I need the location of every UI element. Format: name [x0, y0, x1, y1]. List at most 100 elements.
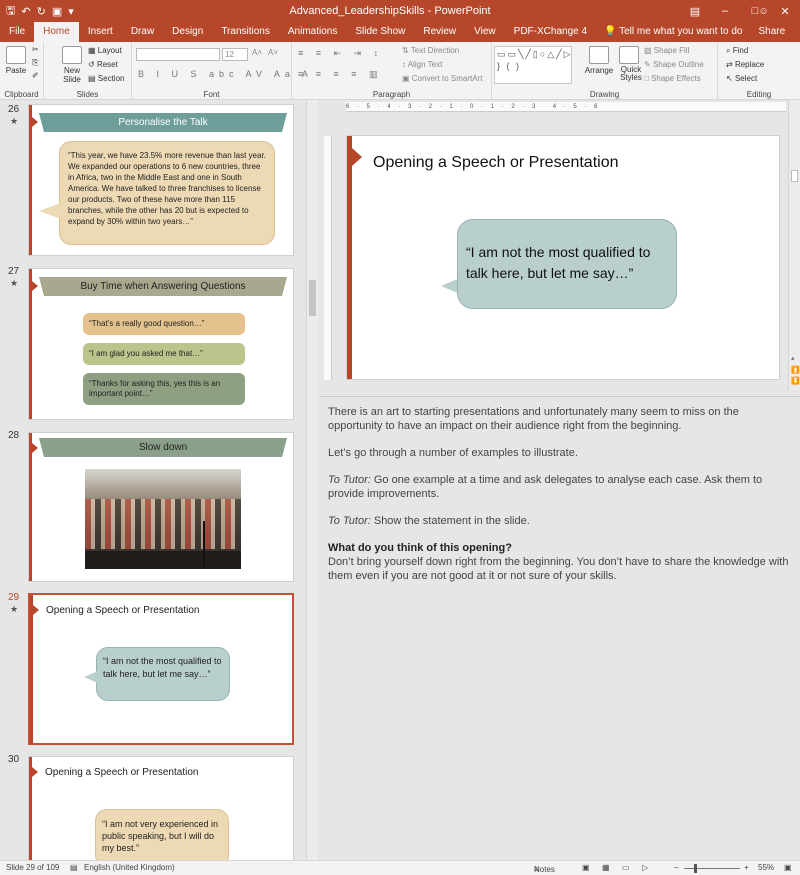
tab-file[interactable]: File [0, 22, 34, 42]
slide-number-26: 26 [8, 104, 20, 115]
text-direction-button[interactable]: ⇅ Text Direction [402, 46, 459, 55]
convert-smartart-button[interactable]: ▣ Convert to SmartArt [402, 74, 482, 83]
customize-qat-icon[interactable]: ▾ [68, 5, 74, 18]
select-label: Select [734, 74, 758, 83]
slide-thumbnail-29[interactable]: Opening a Speech or Presentation “I am n… [28, 593, 294, 745]
slide-title-banner: Personalise the Talk [39, 113, 287, 132]
shape-fill-button[interactable]: ▧ Shape Fill [644, 46, 689, 55]
ribbon-options-icon[interactable]: ▤ [680, 5, 710, 18]
scroll-thumb[interactable] [791, 170, 798, 182]
font-format-buttons[interactable]: B I U S abc AV Aa A [138, 69, 313, 79]
arrange-button[interactable]: Arrange [584, 46, 614, 75]
cut-icon[interactable]: ✂ [32, 45, 39, 54]
tutor-label: To Tutor: [328, 474, 371, 486]
slide-thumbnail-27[interactable]: Buy Time when Answering Questions “That’… [28, 268, 294, 420]
tab-view[interactable]: View [465, 22, 505, 42]
shapes-gallery[interactable]: ▭▭╲╱▯○△╱▷⇨⬅⇧⇩☆{ } ( ) [494, 46, 572, 84]
slide-number-30: 30 [8, 754, 20, 765]
normal-view-icon[interactable]: ▣ [582, 863, 590, 872]
font-name-input[interactable] [136, 48, 220, 61]
slide-thumbnail-28[interactable]: Slow down [28, 432, 294, 582]
align-buttons[interactable]: ≡ ≡ ≡ ≡ ▥ [298, 69, 383, 80]
shape-effects-button[interactable]: □ Shape Effects [644, 74, 701, 83]
zoom-slider-thumb[interactable] [694, 864, 697, 873]
zoom-level[interactable]: 55% [758, 863, 774, 872]
editor-scrollbar[interactable]: ▴ ⏫ ⏬ [788, 100, 800, 390]
layout-button[interactable]: ▦ Layout [88, 46, 122, 55]
save-icon[interactable]: 🖫 [6, 2, 15, 21]
tell-me-box[interactable]: 💡 Tell me what you want to do [596, 22, 750, 42]
arrange-label: Arrange [584, 66, 614, 75]
effects-icon: □ [644, 74, 652, 83]
select-button[interactable]: ↖ Select [726, 74, 757, 83]
start-slideshow-icon[interactable]: ▣ [52, 5, 62, 18]
tab-insert[interactable]: Insert [79, 22, 122, 42]
spellcheck-icon[interactable]: ▤ [70, 863, 78, 872]
copy-icon[interactable]: ⎘ [32, 58, 38, 68]
reset-button[interactable]: ↺ Reset [88, 60, 118, 69]
grow-font-icon[interactable]: A˄ [252, 48, 262, 57]
next-slide-icon[interactable]: ⏬ [791, 377, 800, 385]
paste-button[interactable]: Paste [4, 46, 28, 75]
reset-icon: ↺ [88, 60, 97, 69]
minimize-button[interactable]: – [710, 5, 740, 18]
slide-accent-bar [29, 105, 32, 255]
slide-marker-arrow-icon [32, 281, 38, 291]
slide-thumbnail-26[interactable]: Personalise the Talk “This year, we have… [28, 104, 294, 256]
quick-styles-button[interactable]: Quick Styles [616, 46, 642, 82]
tab-home[interactable]: Home [34, 22, 79, 42]
replace-button[interactable]: ⇄ Replace [726, 60, 764, 69]
thumbnail-scrollbar[interactable] [306, 100, 318, 860]
tell-me-text: Tell me what you want to do [619, 26, 743, 37]
tab-design[interactable]: Design [163, 22, 212, 42]
shape-effects-label: Shape Effects [651, 74, 701, 83]
slide-title[interactable]: Opening a Speech or Presentation [373, 154, 619, 172]
font-size-input[interactable]: 12 [222, 48, 248, 61]
language-indicator[interactable]: English (United Kingdom) [84, 863, 175, 872]
animation-star-icon: ★ [10, 604, 19, 614]
tab-pdf-xchange[interactable]: PDF-XChange 4 [505, 22, 596, 42]
slide-accent-bar [347, 136, 352, 379]
tab-review[interactable]: Review [414, 22, 465, 42]
fit-slide-icon[interactable]: ▣ [784, 863, 792, 872]
text-direction-label: Text Direction [410, 46, 460, 55]
scroll-up-arrow-icon[interactable]: ▴ [791, 354, 795, 362]
tab-draw[interactable]: Draw [122, 22, 163, 42]
scroll-thumb[interactable] [309, 280, 316, 316]
section-button[interactable]: ▤ Section [88, 74, 124, 83]
notes-paragraph: Let’s go through a number of examples to… [328, 447, 578, 459]
notes-body: Don’t bring yourself down right from the… [328, 556, 789, 582]
slide-number-28: 28 [8, 430, 20, 441]
tab-transitions[interactable]: Transitions [212, 22, 279, 42]
shape-outline-button[interactable]: ✎ Shape Outline [644, 60, 704, 69]
notes-paragraph: To Tutor: Go one example at a time and a… [328, 473, 792, 501]
shrink-font-icon[interactable]: A˅ [268, 48, 278, 57]
notes-paragraph: To Tutor: Show the statement in the slid… [328, 514, 792, 528]
find-button[interactable]: ⌕ Find [726, 46, 748, 56]
slideshow-view-icon[interactable]: ▷ [642, 863, 648, 872]
reading-view-icon[interactable]: ▭ [622, 863, 630, 872]
zoom-out-icon[interactable]: – [674, 863, 678, 872]
redo-icon[interactable]: ↻ [37, 5, 46, 18]
previous-slide-icon[interactable]: ⏫ [791, 366, 800, 374]
animation-star-icon: ★ [10, 116, 19, 126]
new-slide-button[interactable]: New Slide [58, 46, 86, 84]
quote-speech-bubble[interactable]: “I am not the most qualified to talk her… [457, 219, 677, 309]
list-item: “Thanks for asking this, yes this is an … [83, 373, 245, 405]
main-slide-canvas[interactable]: Opening a Speech or Presentation “I am n… [346, 135, 780, 380]
slide-marker-arrow-icon [32, 443, 38, 453]
speaker-notes[interactable]: There is an art to starting presentation… [320, 396, 800, 860]
zoom-slider[interactable] [684, 868, 740, 869]
undo-icon[interactable]: ↶ [21, 5, 30, 18]
slide-sorter-icon[interactable]: ▦ [602, 863, 610, 872]
tab-animations[interactable]: Animations [279, 22, 346, 42]
align-text-button[interactable]: ↕ Align Text [402, 60, 442, 69]
share-label: Share [758, 26, 786, 37]
share-button[interactable]: ☺ Share [751, 2, 800, 42]
list-buttons[interactable]: ≡ ≡ ⇤ ⇥ ↕ [298, 48, 383, 59]
zoom-in-icon[interactable]: + [744, 863, 749, 872]
format-painter-icon[interactable]: ✐ [32, 71, 39, 80]
tab-slide-show[interactable]: Slide Show [346, 22, 414, 42]
slide-thumbnail-30[interactable]: Opening a Speech or Presentation “I am n… [28, 756, 294, 860]
editing-group: ⌕ Find ⇄ Replace ↖ Select Editing [718, 42, 800, 100]
